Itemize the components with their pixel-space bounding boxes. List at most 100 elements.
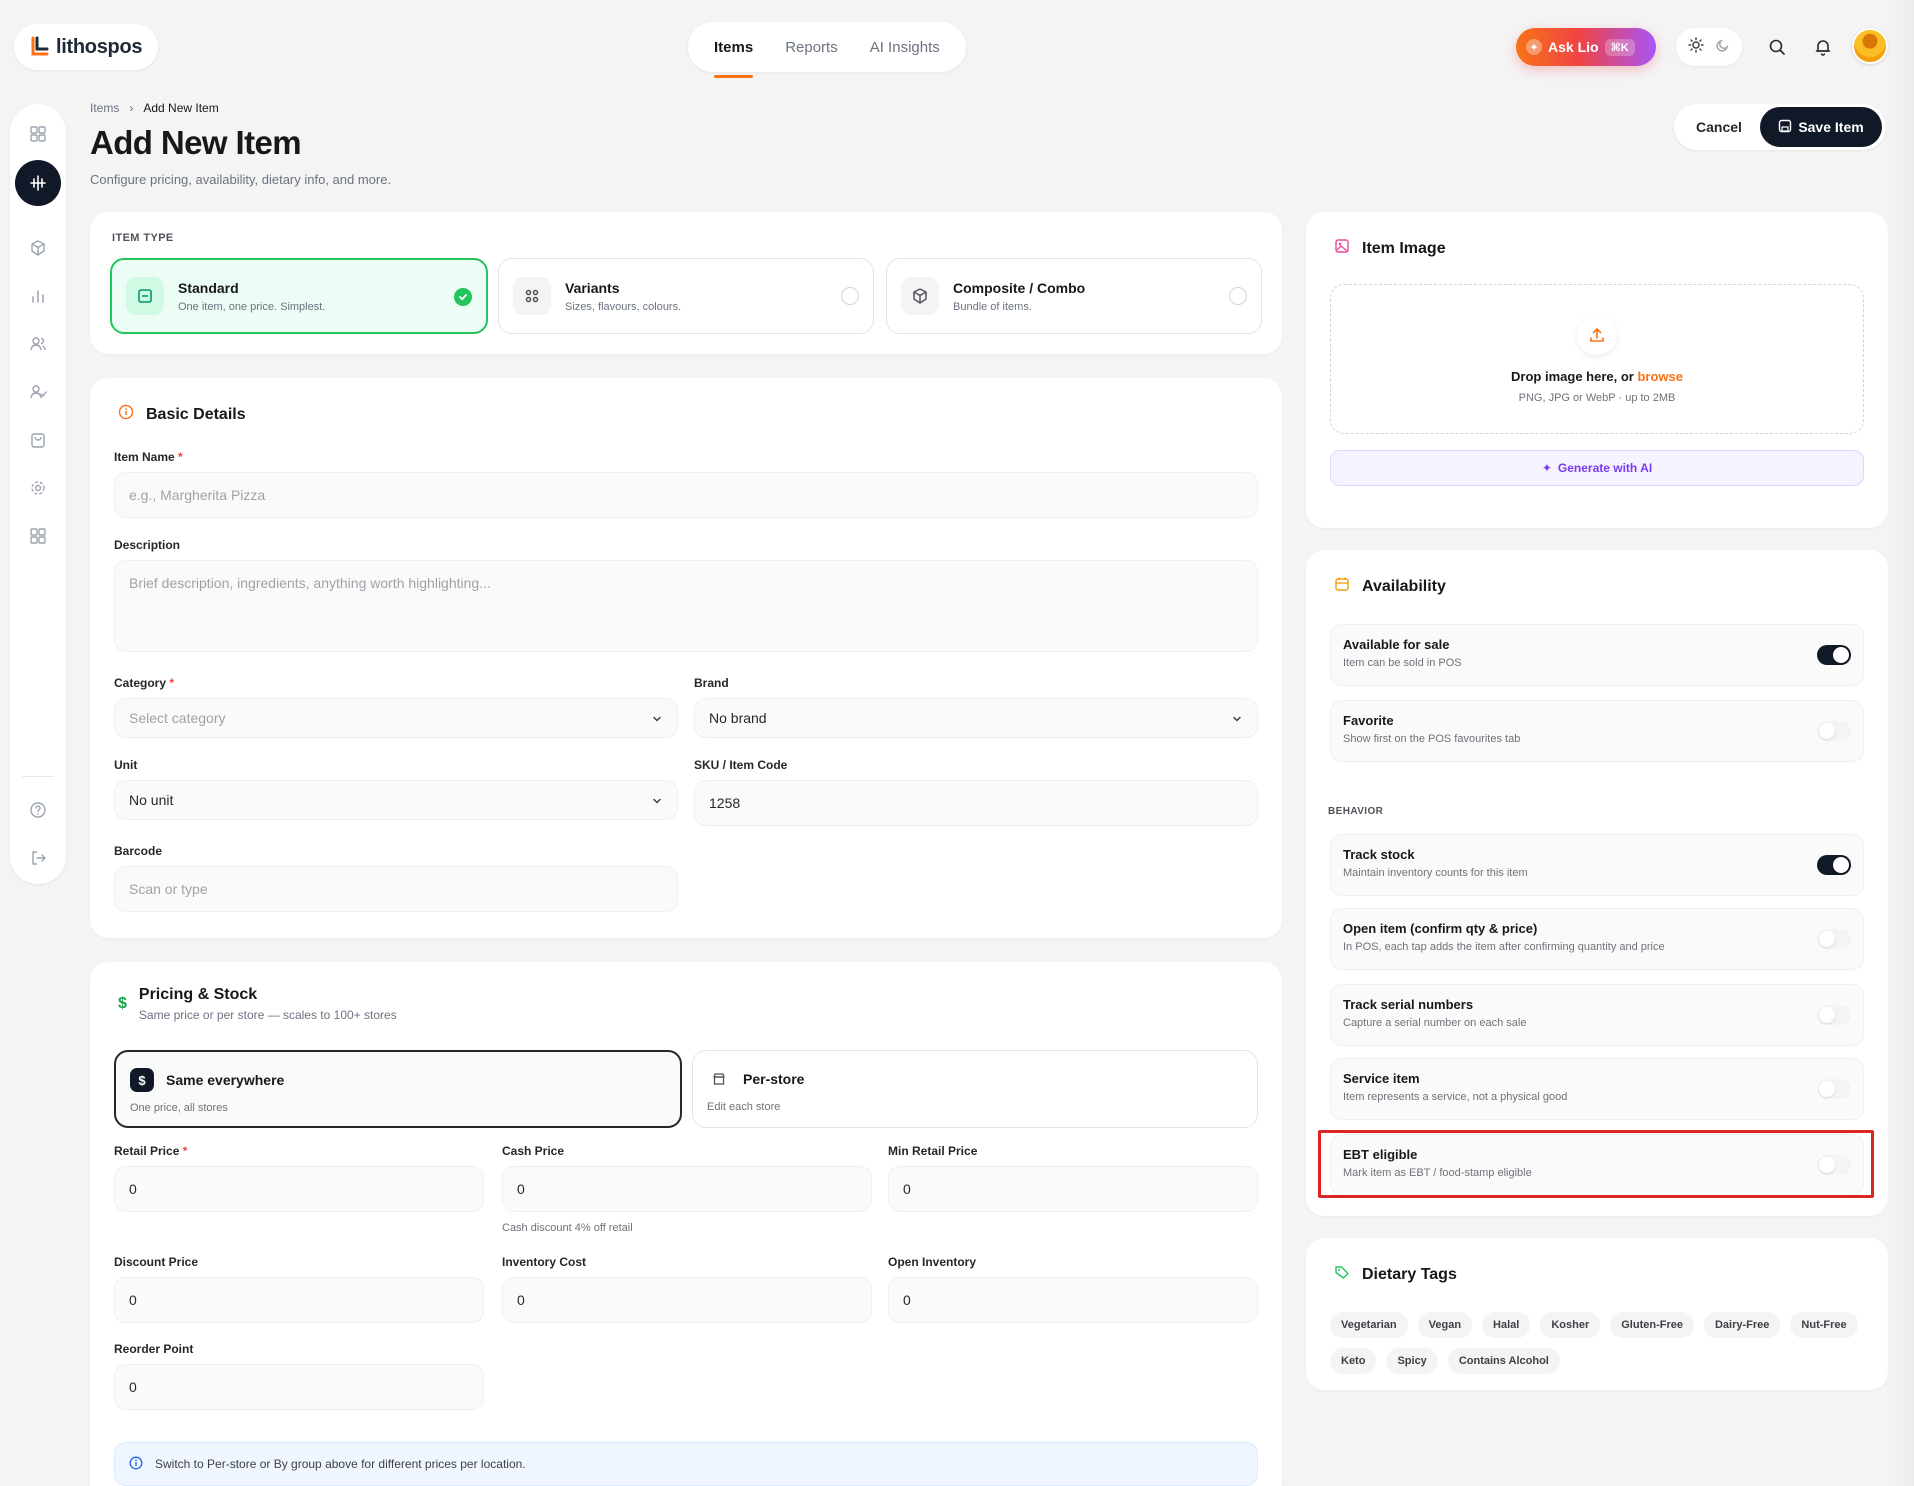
service-item-toggle[interactable] <box>1817 1079 1851 1099</box>
tag-nut-free[interactable]: Nut-Free <box>1790 1312 1858 1338</box>
tag-keto[interactable]: Keto <box>1330 1348 1377 1374</box>
customers-icon[interactable] <box>18 324 58 364</box>
breadcrumb-items-link[interactable]: Items <box>90 101 119 115</box>
min-retail-price-label: Min Retail Price <box>888 1144 978 1158</box>
variants-icon <box>513 277 551 315</box>
category-select[interactable]: Select category <box>114 698 678 738</box>
tag-vegetarian[interactable]: Vegetarian <box>1330 1312 1408 1338</box>
bell-icon[interactable] <box>1804 28 1842 66</box>
track-serial-numbers-toggle[interactable] <box>1817 1005 1851 1025</box>
tag-contains-alcohol[interactable]: Contains Alcohol <box>1447 1348 1560 1374</box>
help-icon[interactable] <box>18 790 58 830</box>
logout-icon[interactable] <box>18 838 58 878</box>
orders-bag-icon[interactable] <box>18 420 58 460</box>
barcode-input[interactable]: Scan or type <box>114 866 678 912</box>
category-label: Category * <box>114 676 175 690</box>
save-item-button[interactable]: Save Item <box>1760 107 1882 147</box>
price-mode-title: Same everywhere <box>166 1072 285 1088</box>
ask-lio-button[interactable]: ✦ Ask Lio ⌘K <box>1516 28 1656 66</box>
favorite-toggle[interactable] <box>1817 721 1851 741</box>
header-actions: Cancel Save Item <box>1674 104 1886 150</box>
description-textarea[interactable]: Brief description, ingredients, anything… <box>114 560 1258 652</box>
item-type-card: ITEM TYPE Standard One item, one price. … <box>90 212 1282 354</box>
reorder-point-input[interactable]: 0 <box>114 1364 484 1410</box>
basic-details-title: Basic Details <box>146 405 246 423</box>
chevron-right-icon: › <box>129 101 134 115</box>
breadcrumb: Items › Add New Item <box>90 101 219 115</box>
ask-lio-label: Ask Lio <box>1548 39 1599 55</box>
price-mode-subtitle: Edit each store <box>707 1101 781 1113</box>
search-icon[interactable] <box>1758 28 1796 66</box>
price-mode-same-everywhere[interactable]: $ Same everywhere One price, all stores <box>114 1050 682 1128</box>
sparkle-icon: ✦ <box>1526 39 1542 55</box>
unit-label: Unit <box>114 758 138 772</box>
min-retail-price-input[interactable]: 0 <box>888 1166 1258 1212</box>
cash-price-input[interactable]: 0 <box>502 1166 872 1212</box>
toggle-row-favorite: Favorite Show first on the POS favourite… <box>1330 700 1864 762</box>
tag-vegan[interactable]: Vegan <box>1417 1312 1473 1338</box>
toggle-subtitle: Maintain inventory counts for this item <box>1343 867 1528 879</box>
sun-icon[interactable] <box>1687 36 1704 58</box>
chevron-down-icon <box>651 794 663 810</box>
type-subtitle: One item, one price. Simplest. <box>178 300 326 313</box>
breadcrumb-current: Add New Item <box>143 101 219 115</box>
pricing-subtitle: Same price or per store — scales to 100+… <box>138 1008 397 1022</box>
price-mode-per-store[interactable]: Per-store Edit each store <box>692 1050 1258 1128</box>
toggle-title: Available for sale <box>1343 637 1450 652</box>
theme-switcher <box>1676 28 1742 66</box>
dashboard-icon[interactable] <box>18 114 58 154</box>
open-inventory-input[interactable]: 0 <box>888 1277 1258 1323</box>
page-edge-shadow <box>1884 0 1914 1486</box>
inventory-cost-input[interactable]: 0 <box>502 1277 872 1323</box>
cash-discount-hint: Cash discount 4% off retail <box>502 1222 633 1234</box>
tab-items[interactable]: Items <box>698 22 769 78</box>
radio-button[interactable] <box>841 287 859 305</box>
tag-spicy[interactable]: Spicy <box>1386 1348 1438 1374</box>
brand-label: Brand <box>694 676 729 690</box>
pos-icon[interactable] <box>15 160 61 206</box>
track-stock-toggle[interactable] <box>1817 855 1851 875</box>
retail-price-input[interactable]: 0 <box>114 1166 484 1212</box>
tag-dairy-free[interactable]: Dairy-Free <box>1703 1312 1781 1338</box>
discount-price-input[interactable]: 0 <box>114 1277 484 1323</box>
tab-ai-insights[interactable]: AI Insights <box>854 22 956 72</box>
check-circle-icon <box>454 288 472 306</box>
app-logo[interactable]: lithospos <box>14 24 159 70</box>
items-cube-icon[interactable] <box>18 228 58 268</box>
tag-kosher[interactable]: Kosher <box>1540 1312 1601 1338</box>
radio-button[interactable] <box>1229 287 1247 305</box>
item-name-input[interactable]: e.g., Margherita Pizza <box>114 472 1258 518</box>
toggle-title: Open item (confirm qty & price) <box>1343 921 1538 936</box>
dropzone-text: Drop image here, or <box>1511 368 1638 384</box>
tag-halal[interactable]: Halal <box>1482 1312 1531 1338</box>
cancel-button[interactable]: Cancel <box>1678 119 1760 135</box>
browse-link[interactable]: browse <box>1637 369 1683 384</box>
employees-icon[interactable] <box>18 372 58 412</box>
unit-select[interactable]: No unit <box>114 780 678 820</box>
moon-icon[interactable] <box>1715 37 1731 58</box>
page-subtitle: Configure pricing, availability, dietary… <box>90 172 392 187</box>
item-image-header: Item Image <box>1334 238 1446 259</box>
image-dropzone[interactable]: Drop image here, or browse PNG, JPG or W… <box>1330 284 1864 434</box>
availability-title: Availability <box>1362 577 1446 595</box>
open-item-toggle[interactable] <box>1817 929 1851 949</box>
available-for-sale-toggle[interactable] <box>1817 645 1851 665</box>
dietary-tags-title: Dietary Tags <box>1362 1265 1457 1283</box>
generate-with-ai-button[interactable]: ✦ Generate with AI <box>1330 450 1864 486</box>
user-avatar[interactable] <box>1852 28 1888 64</box>
tag-gluten-free[interactable]: Gluten-Free <box>1610 1312 1694 1338</box>
sku-input[interactable]: 1258 <box>694 780 1258 826</box>
price-mode-subtitle: One price, all stores <box>130 1102 228 1114</box>
top-navigation: Items Reports AI Insights <box>688 22 966 78</box>
tab-reports[interactable]: Reports <box>769 22 854 72</box>
item-type-standard[interactable]: Standard One item, one price. Simplest. <box>110 258 488 334</box>
item-type-variants[interactable]: Variants Sizes, flavours, colours. <box>498 258 874 334</box>
toggle-subtitle: Show first on the POS favourites tab <box>1343 733 1521 745</box>
open-inventory-label: Open Inventory <box>888 1255 977 1269</box>
brand-select[interactable]: No brand <box>694 698 1258 738</box>
toggle-row-open-item: Open item (confirm qty & price) In POS, … <box>1330 908 1864 970</box>
item-type-composite[interactable]: Composite / Combo Bundle of items. <box>886 258 1262 334</box>
apps-grid-icon[interactable] <box>18 516 58 556</box>
reports-chart-icon[interactable] <box>18 276 58 316</box>
settings-gear-icon[interactable] <box>18 468 58 508</box>
